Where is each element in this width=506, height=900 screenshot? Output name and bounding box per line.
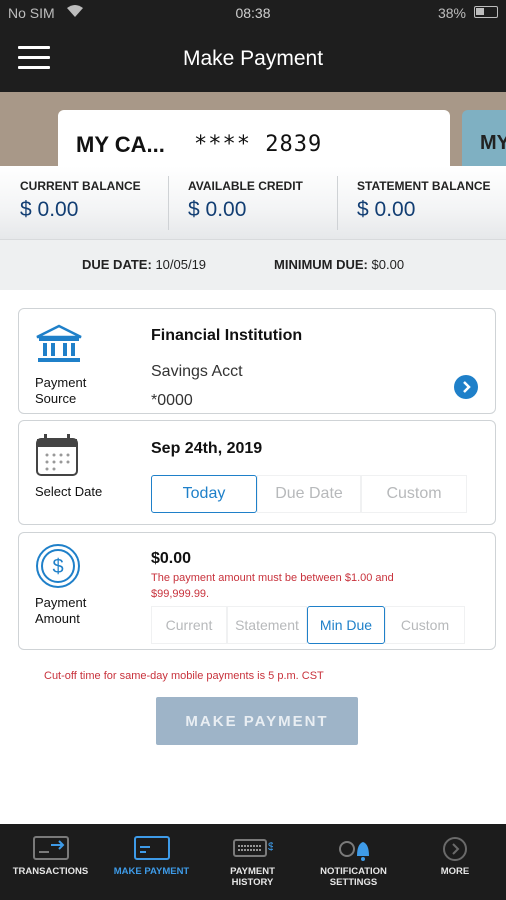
navigation-bar: Make Payment xyxy=(0,26,506,92)
statement-balance-title: STATEMENT BALANCE xyxy=(357,179,491,193)
selected-card[interactable]: MY CA... **** 2839 xyxy=(58,110,450,166)
notification-bell-icon xyxy=(337,836,371,867)
payment-amount-panel: $ Payment Amount $0.00 The payment amount… xyxy=(18,532,496,650)
minimum-due: MINIMUM DUE: $0.00 xyxy=(274,257,404,272)
divider xyxy=(168,176,169,230)
minimum-due-label: MINIMUM DUE: xyxy=(274,257,368,272)
due-date-label: DUE DATE: xyxy=(82,257,152,272)
calendar-icon xyxy=(35,433,79,482)
account-name: Savings Acct xyxy=(151,363,243,380)
payment-amount-value[interactable]: $0.00 xyxy=(151,550,191,568)
tab-label-line: MORE xyxy=(440,866,470,877)
select-date-label: Select Date xyxy=(35,484,103,499)
tab-label: PAYMENT HISTORY xyxy=(202,866,303,888)
history-icon: $ xyxy=(232,836,274,865)
statement-balance-value: $ 0.00 xyxy=(357,198,416,221)
account-number: *0000 xyxy=(151,392,193,409)
card-carousel[interactable]: MY CA... **** 2839 MY xyxy=(0,92,506,166)
amount-error-message: The payment amount must be between $1.00… xyxy=(151,570,394,602)
transactions-icon xyxy=(32,836,69,865)
tab-more[interactable]: MORE xyxy=(404,824,506,900)
tab-label: MAKE PAYMENT xyxy=(101,866,202,877)
tab-notification-settings[interactable]: NOTIFICATION SETTINGS xyxy=(303,824,404,900)
label-line: Amount xyxy=(35,611,80,626)
error-line: $99,999.99. xyxy=(151,588,210,600)
tab-label-line: MAKE PAYMENT xyxy=(113,866,190,877)
label-line: Payment xyxy=(35,375,87,390)
due-date: DUE DATE: 10/05/19 xyxy=(82,257,206,272)
due-date-value: 10/05/19 xyxy=(155,257,207,272)
bank-icon xyxy=(35,324,83,369)
tab-label-line: TRANSACTIONS xyxy=(12,866,89,877)
tab-label-line: NOTIFICATION xyxy=(320,866,387,877)
card-icon xyxy=(133,836,170,865)
payment-source-panel[interactable]: Payment Source Financial Institution Savi… xyxy=(18,308,496,414)
amount-option-statement[interactable]: Statement xyxy=(227,606,307,644)
tab-make-payment[interactable]: MAKE PAYMENT xyxy=(101,824,202,900)
status-bar: No SIM 08:38 38% xyxy=(0,0,506,26)
battery-percent: 38% xyxy=(437,5,466,21)
available-credit-title: AVAILABLE CREDIT xyxy=(188,179,303,193)
payment-amount-label: Payment Amount xyxy=(35,595,86,627)
date-option-today[interactable]: Today xyxy=(151,475,257,513)
tab-label-line: PAYMENT xyxy=(230,866,275,877)
dollar-icon: $ xyxy=(35,543,81,594)
divider xyxy=(337,176,338,230)
clock-text: 08:38 xyxy=(235,5,271,21)
more-icon xyxy=(442,836,468,867)
amount-options: Current Statement Min Due Custom xyxy=(151,606,465,644)
available-credit-value: $ 0.00 xyxy=(188,198,247,221)
amount-option-min-due[interactable]: Min Due xyxy=(307,606,385,644)
card-name: MY CA... xyxy=(76,132,165,157)
svg-text:$: $ xyxy=(52,556,63,578)
amount-option-current[interactable]: Current xyxy=(151,606,227,644)
make-payment-button[interactable]: MAKE PAYMENT xyxy=(156,697,358,745)
selected-date: Sep 24th, 2019 xyxy=(151,440,263,457)
balance-summary: CURRENT BALANCE $ 0.00 AVAILABLE CREDIT … xyxy=(0,166,506,240)
date-options: Today Due Date Custom xyxy=(151,475,467,513)
svg-text:$: $ xyxy=(268,841,273,853)
current-balance-value: $ 0.00 xyxy=(20,198,79,221)
minimum-due-value: $0.00 xyxy=(371,257,405,272)
label-line: Payment xyxy=(35,595,87,610)
battery-icon xyxy=(474,6,498,18)
bottom-tab-bar: TRANSACTIONS MAKE PAYMENT $ PAYMENT HISTO… xyxy=(0,824,506,900)
amount-option-custom[interactable]: Custom xyxy=(385,606,465,644)
tab-label-line: HISTORY xyxy=(231,877,274,888)
error-line: The payment amount must be between $1.00… xyxy=(151,572,394,584)
tab-payment-history[interactable]: $ PAYMENT HISTORY xyxy=(202,824,303,900)
payment-source-label: Payment Source xyxy=(35,375,86,407)
next-card-name: MY xyxy=(480,132,506,154)
due-info: DUE DATE: 10/05/19 MINIMUM DUE: $0.00 xyxy=(0,240,506,290)
tab-label: MORE xyxy=(404,866,506,877)
label-line: Source xyxy=(35,391,77,406)
card-number: **** 2839 xyxy=(194,132,323,157)
tab-label: NOTIFICATION SETTINGS xyxy=(303,866,404,888)
cutoff-notice: Cut-off time for same-day mobile payment… xyxy=(44,670,324,682)
current-balance-title: CURRENT BALANCE xyxy=(20,179,141,193)
date-option-custom[interactable]: Custom xyxy=(361,475,467,513)
tab-label: TRANSACTIONS xyxy=(0,866,101,877)
next-card[interactable]: MY xyxy=(462,110,506,166)
tab-transactions[interactable]: TRANSACTIONS xyxy=(0,824,101,900)
date-option-due-date[interactable]: Due Date xyxy=(257,475,361,513)
tab-label-line: SETTINGS xyxy=(329,877,378,888)
institution-name: Financial Institution xyxy=(151,327,303,344)
page-title: Make Payment xyxy=(182,47,324,70)
chevron-right-icon[interactable] xyxy=(454,375,478,399)
select-date-panel: Select Date Sep 24th, 2019 Today Due Dat… xyxy=(18,420,496,525)
